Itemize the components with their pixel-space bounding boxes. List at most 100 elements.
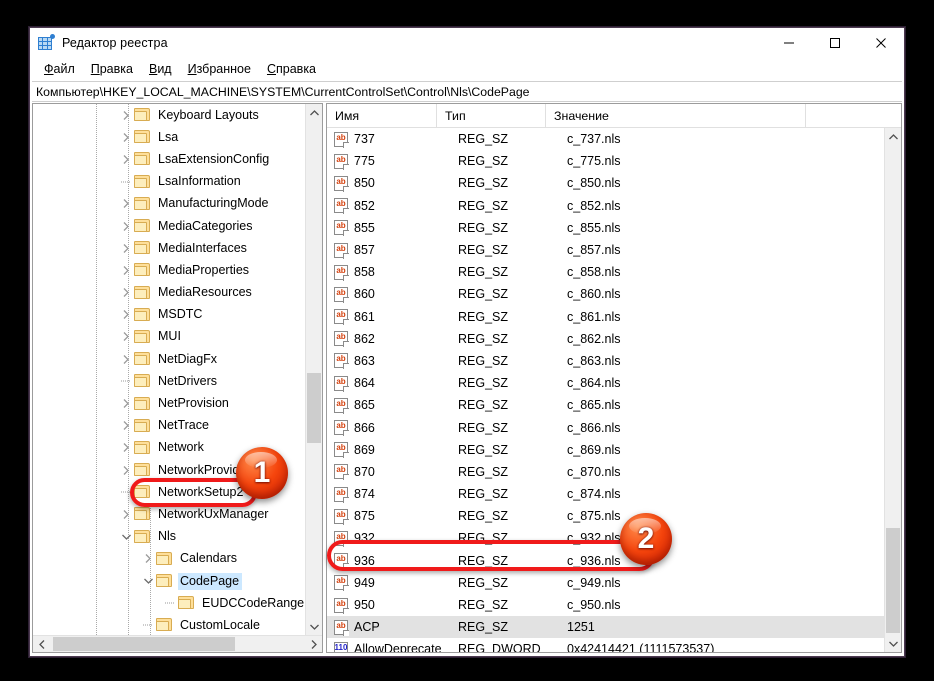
- chevron-right-icon[interactable]: [118, 218, 134, 234]
- tree-item[interactable]: Network: [33, 437, 305, 459]
- tree-scroll-left-arrow[interactable]: [33, 636, 50, 652]
- maximize-button[interactable]: [812, 28, 858, 58]
- chevron-right-icon[interactable]: [118, 262, 134, 278]
- title-bar: Редактор реестра: [30, 28, 904, 58]
- tree-horizontal-scrollbar[interactable]: [33, 635, 322, 652]
- tree-item[interactable]: NetworkUxManager: [33, 503, 305, 525]
- tree-scroll-right-arrow[interactable]: [305, 636, 322, 652]
- value-row[interactable]: ab860REG_SZc_860.nls: [327, 283, 884, 305]
- folder-icon: [134, 485, 151, 499]
- value-row[interactable]: ab863REG_SZc_863.nls: [327, 350, 884, 372]
- value-row[interactable]: ab857REG_SZc_857.nls: [327, 239, 884, 261]
- value-row[interactable]: abACPREG_SZ1251: [327, 616, 884, 638]
- tree-item[interactable]: MediaResources: [33, 282, 305, 304]
- close-button[interactable]: [858, 28, 904, 58]
- tree-item[interactable]: Lsa: [33, 126, 305, 148]
- string-value-icon: ab: [334, 154, 348, 169]
- value-row[interactable]: ab861REG_SZc_861.nls: [327, 306, 884, 328]
- chevron-right-icon[interactable]: [118, 129, 134, 145]
- list-scroll-down-arrow[interactable]: [885, 635, 901, 652]
- address-bar[interactable]: Компьютер\HKEY_LOCAL_MACHINE\SYSTEM\Curr…: [32, 81, 902, 102]
- chevron-right-icon[interactable]: [118, 440, 134, 456]
- chevron-right-icon[interactable]: [140, 551, 156, 567]
- chevron-right-icon[interactable]: [118, 506, 134, 522]
- chevron-right-icon[interactable]: [118, 418, 134, 434]
- tree-vertical-scrollbar[interactable]: [305, 104, 322, 635]
- list-scroll-up-arrow[interactable]: [885, 128, 901, 145]
- chevron-right-icon[interactable]: [118, 151, 134, 167]
- value-row[interactable]: ab858REG_SZc_858.nls: [327, 261, 884, 283]
- chevron-right-icon[interactable]: [118, 396, 134, 412]
- chevron-right-icon[interactable]: [118, 196, 134, 212]
- value-row[interactable]: ab775REG_SZc_775.nls: [327, 150, 884, 172]
- tree-item[interactable]: CustomLocale: [33, 614, 305, 635]
- registry-tree[interactable]: Keyboard LayoutsLsaLsaExtensionConfigLsa…: [33, 104, 305, 635]
- tree-item[interactable]: ManufacturingMode: [33, 193, 305, 215]
- tree-item[interactable]: EUDCCodeRange: [33, 592, 305, 614]
- list-vertical-scrollbar[interactable]: [884, 128, 901, 652]
- folder-icon: [134, 308, 151, 322]
- chevron-right-icon[interactable]: [118, 351, 134, 367]
- value-row[interactable]: ab936REG_SZc_936.nls: [327, 550, 884, 572]
- registry-values-list[interactable]: ab737REG_SZc_737.nlsab775REG_SZc_775.nls…: [327, 128, 884, 652]
- value-row[interactable]: ab869REG_SZc_869.nls: [327, 439, 884, 461]
- menu-item-2[interactable]: Вид: [141, 58, 180, 81]
- value-row[interactable]: ab866REG_SZc_866.nls: [327, 416, 884, 438]
- chevron-right-icon[interactable]: [118, 240, 134, 256]
- tree-item[interactable]: MediaInterfaces: [33, 237, 305, 259]
- tree-scroll-up-arrow[interactable]: [306, 104, 322, 121]
- menu-item-3[interactable]: Избранное: [180, 58, 259, 81]
- value-row[interactable]: ab855REG_SZc_855.nls: [327, 217, 884, 239]
- value-row[interactable]: ab950REG_SZc_950.nls: [327, 594, 884, 616]
- tree-item[interactable]: NetTrace: [33, 415, 305, 437]
- tree-item[interactable]: NetworkSetup2: [33, 481, 305, 503]
- menu-item-1[interactable]: Правка: [83, 58, 141, 81]
- tree-hscroll-thumb[interactable]: [53, 637, 235, 651]
- list-scroll-track[interactable]: [885, 145, 901, 635]
- menu-item-0[interactable]: Файл: [36, 58, 83, 81]
- value-row[interactable]: ab932REG_SZc_932.nls: [327, 527, 884, 549]
- value-row[interactable]: ab949REG_SZc_949.nls: [327, 572, 884, 594]
- column-header-name[interactable]: Имя: [327, 104, 437, 127]
- chevron-down-icon[interactable]: [118, 529, 134, 545]
- chevron-right-icon[interactable]: [118, 329, 134, 345]
- chevron-right-icon[interactable]: [118, 462, 134, 478]
- value-row[interactable]: ab875REG_SZc_875.nls: [327, 505, 884, 527]
- tree-scroll-thumb[interactable]: [307, 373, 321, 443]
- chevron-right-icon[interactable]: [118, 107, 134, 123]
- value-row[interactable]: ab850REG_SZc_850.nls: [327, 172, 884, 194]
- value-row[interactable]: ab737REG_SZc_737.nls: [327, 128, 884, 150]
- tree-item[interactable]: MUI: [33, 326, 305, 348]
- menu-item-4[interactable]: Справка: [259, 58, 324, 81]
- tree-item[interactable]: MediaProperties: [33, 259, 305, 281]
- value-row[interactable]: ab864REG_SZc_864.nls: [327, 372, 884, 394]
- minimize-button[interactable]: [766, 28, 812, 58]
- tree-item[interactable]: Nls: [33, 526, 305, 548]
- tree-item[interactable]: NetDrivers: [33, 370, 305, 392]
- list-scroll-thumb[interactable]: [886, 528, 900, 633]
- tree-scroll-track[interactable]: [306, 121, 322, 618]
- chevron-right-icon[interactable]: [118, 285, 134, 301]
- tree-item[interactable]: NetDiagFx: [33, 348, 305, 370]
- value-row[interactable]: ab862REG_SZc_862.nls: [327, 328, 884, 350]
- value-row[interactable]: ab870REG_SZc_870.nls: [327, 461, 884, 483]
- chevron-right-icon[interactable]: [118, 307, 134, 323]
- tree-item[interactable]: Keyboard Layouts: [33, 104, 305, 126]
- value-row[interactable]: ab874REG_SZc_874.nls: [327, 483, 884, 505]
- value-row[interactable]: ab865REG_SZc_865.nls: [327, 394, 884, 416]
- tree-item[interactable]: NetProvision: [33, 392, 305, 414]
- tree-item[interactable]: CodePage: [33, 570, 305, 592]
- tree-scroll-down-arrow[interactable]: [306, 618, 322, 635]
- tree-item[interactable]: Calendars: [33, 548, 305, 570]
- tree-item[interactable]: NetworkProvider: [33, 459, 305, 481]
- tree-item[interactable]: LsaExtensionConfig: [33, 148, 305, 170]
- chevron-down-icon[interactable]: [140, 573, 156, 589]
- column-header-value[interactable]: Значение: [546, 104, 806, 127]
- tree-item[interactable]: MediaCategories: [33, 215, 305, 237]
- column-header-type[interactable]: Тип: [437, 104, 546, 127]
- tree-item[interactable]: MSDTC: [33, 304, 305, 326]
- value-row[interactable]: 110AllowDeprecateREG_DWORD0x42414421 (11…: [327, 638, 884, 652]
- tree-hscroll-track[interactable]: [50, 636, 305, 652]
- value-row[interactable]: ab852REG_SZc_852.nls: [327, 195, 884, 217]
- tree-item[interactable]: LsaInformation: [33, 171, 305, 193]
